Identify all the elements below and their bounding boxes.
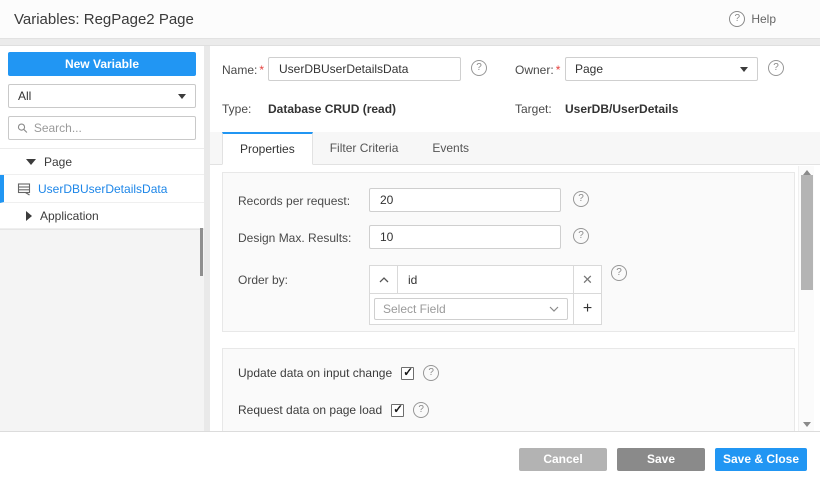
tab-properties[interactable]: Properties xyxy=(222,132,313,165)
cancel-button[interactable]: Cancel xyxy=(519,448,607,471)
design-max-results-input[interactable] xyxy=(369,225,561,249)
header-divider-band xyxy=(0,38,820,46)
scroll-down-arrow-icon[interactable] xyxy=(803,422,811,427)
records-per-request-label: Records per request: xyxy=(238,194,350,208)
content-scrollbar-thumb[interactable] xyxy=(801,175,813,290)
help-button[interactable]: ? Help xyxy=(729,11,776,27)
update-data-on-input-change-row: Update data on input change ? xyxy=(238,365,439,381)
content-scrollbar[interactable] xyxy=(798,166,814,431)
page-title: Variables: RegPage2 Page xyxy=(14,11,194,28)
caret-down-icon xyxy=(178,94,186,99)
sort-direction-button[interactable] xyxy=(370,266,398,293)
plus-icon: + xyxy=(583,300,592,318)
design-max-results-help-icon[interactable]: ? xyxy=(573,228,589,244)
variables-tree: Page UserDBUserDetailsData Application xyxy=(0,148,204,230)
request-data-help-icon[interactable]: ? xyxy=(413,402,429,418)
dialog-header: Variables: RegPage2 Page ? Help xyxy=(0,0,820,38)
variable-name-input[interactable] xyxy=(268,57,461,81)
behavior-group: Update data on input change ? Request da… xyxy=(222,348,795,431)
tab-events[interactable]: Events xyxy=(415,132,486,164)
tree-item-application[interactable]: Application xyxy=(0,203,204,229)
order-by-field-select[interactable]: id xyxy=(398,266,573,293)
select-field-dropdown[interactable]: Select Field xyxy=(374,298,568,320)
caret-down-icon xyxy=(740,67,748,72)
tree-item-label: Application xyxy=(40,209,99,223)
tree-item-label: Page xyxy=(44,155,72,169)
expand-collapse-icon[interactable] xyxy=(26,211,32,221)
target-value: UserDB/UserDetails xyxy=(565,102,678,116)
variables-dialog: Variables: RegPage2 Page ? Help New Vari… xyxy=(0,0,820,486)
required-asterisk: * xyxy=(556,63,561,77)
sidebar-controls: New Variable All xyxy=(0,46,204,148)
search-input[interactable] xyxy=(34,121,187,135)
records-per-request-input[interactable] xyxy=(369,188,561,212)
name-label: Name:* xyxy=(222,63,264,77)
order-by-entry-row: id ✕ xyxy=(370,266,601,294)
help-circle-icon: ? xyxy=(729,11,745,27)
save-and-close-button[interactable]: Save & Close xyxy=(715,448,807,471)
save-button[interactable]: Save xyxy=(617,448,705,471)
variable-detail-panel: Name:* ? Owner:* Page ? Type: Database C… xyxy=(210,46,820,431)
chevron-down-icon xyxy=(549,306,559,312)
name-help-icon[interactable]: ? xyxy=(471,60,487,76)
owner-label: Owner:* xyxy=(515,63,560,77)
tab-filter-criteria[interactable]: Filter Criteria xyxy=(313,132,416,164)
data-settings-group: Records per request: ? Design Max. Resul… xyxy=(222,172,795,332)
select-field-placeholder: Select Field xyxy=(383,302,446,316)
update-data-on-input-change-checkbox[interactable] xyxy=(401,367,414,380)
type-label: Type: xyxy=(222,102,251,116)
add-order-field-button[interactable]: + xyxy=(573,294,601,324)
variables-sidebar: New Variable All Page xyxy=(0,46,204,431)
order-by-widget: id ✕ Select Field + xyxy=(369,265,602,325)
design-max-results-label: Design Max. Results: xyxy=(238,231,351,245)
database-variable-icon xyxy=(17,182,31,196)
order-by-add-row: Select Field + xyxy=(370,294,601,324)
request-data-on-page-load-checkbox[interactable] xyxy=(391,404,404,417)
tree-item-label: UserDBUserDetailsData xyxy=(38,182,167,196)
owner-value: Page xyxy=(575,62,603,76)
sidebar-scrollbar-thumb[interactable] xyxy=(200,228,203,276)
order-by-label: Order by: xyxy=(238,273,288,287)
owner-select[interactable]: Page xyxy=(565,57,758,81)
owner-help-icon[interactable]: ? xyxy=(768,60,784,76)
records-per-request-help-icon[interactable]: ? xyxy=(573,191,589,207)
tree-item-page[interactable]: Page xyxy=(0,149,204,175)
checkbox-label: Update data on input change xyxy=(238,366,392,380)
checkbox-label: Request data on page load xyxy=(238,403,382,417)
new-variable-button[interactable]: New Variable xyxy=(8,52,196,76)
order-by-help-icon[interactable]: ? xyxy=(611,265,627,281)
close-icon: ✕ xyxy=(582,272,593,288)
remove-order-field-button[interactable]: ✕ xyxy=(573,266,601,293)
search-icon xyxy=(17,122,28,134)
target-label: Target: xyxy=(515,102,552,116)
variable-filter-select[interactable]: All xyxy=(8,84,196,108)
required-asterisk: * xyxy=(259,63,264,77)
detail-tabbar: Properties Filter Criteria Events xyxy=(210,132,820,165)
dialog-footer: Cancel Save Save & Close xyxy=(0,431,820,486)
expand-collapse-icon[interactable] xyxy=(26,159,36,165)
variable-filter-value: All xyxy=(18,89,31,103)
tree-item-userdbuserdetailsdata[interactable]: UserDBUserDetailsData xyxy=(0,175,204,203)
type-value: Database CRUD (read) xyxy=(268,102,396,116)
properties-tab-content: Records per request: ? Design Max. Resul… xyxy=(210,166,820,431)
request-data-on-page-load-row: Request data on page load ? xyxy=(238,402,429,418)
update-data-help-icon[interactable]: ? xyxy=(423,365,439,381)
search-box xyxy=(8,116,196,140)
help-label: Help xyxy=(751,12,776,26)
chevron-up-icon xyxy=(379,277,389,283)
